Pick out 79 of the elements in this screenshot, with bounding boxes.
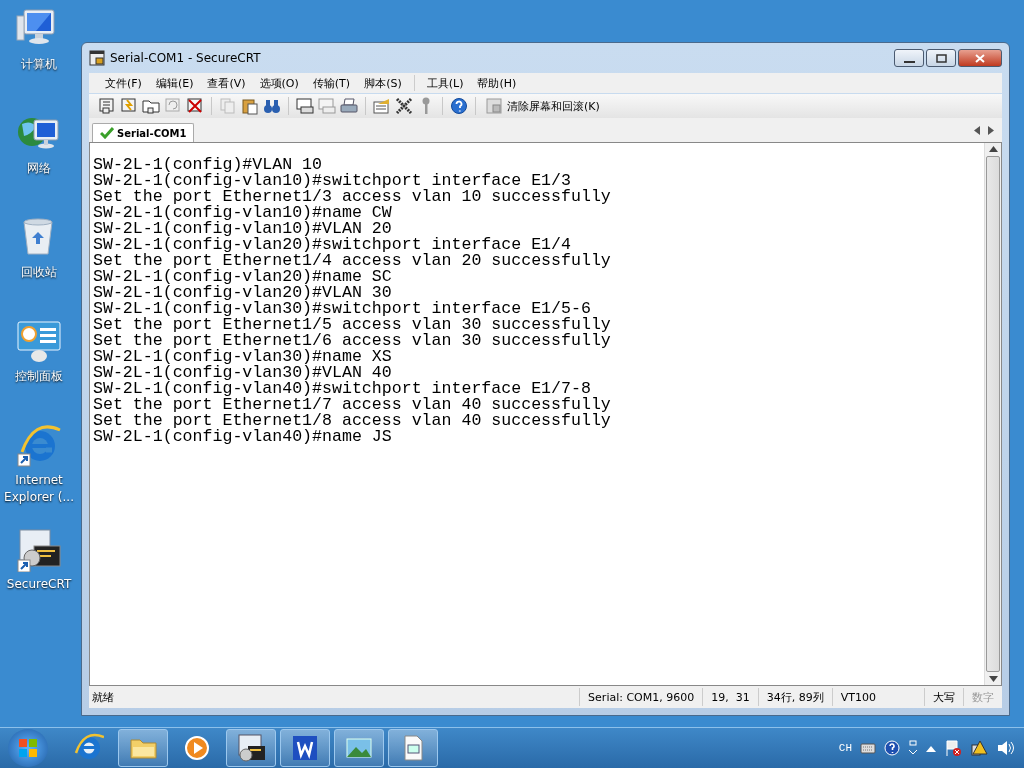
desktop-icon-label[interactable]: 网络: [1, 160, 77, 177]
browser-e-icon[interactable]: [16, 424, 62, 468]
minimize-button[interactable]: [894, 49, 924, 67]
menu-item[interactable]: 查看(V): [201, 75, 252, 91]
desktop-icon-label[interactable]: 控制面板: [1, 368, 77, 385]
window-title: Serial-COM1 - SecureCRT: [110, 51, 261, 65]
terminal-line: Set the port Ethernet1/3 access vlan 10 successfully: [93, 189, 611, 205]
scrollbar-thumb[interactable]: [986, 156, 1000, 672]
terminal-line: SW-2L-1(config-vlan20)#name SC: [93, 269, 392, 285]
clear-screen-icon: [485, 97, 503, 115]
scroll-down-icon[interactable]: [988, 676, 998, 682]
terminal-app-icon[interactable]: [16, 528, 62, 572]
show-hidden-icons-icon[interactable]: [926, 744, 936, 752]
maximize-button[interactable]: [926, 49, 956, 67]
print-screen-icon[interactable]: [295, 96, 315, 116]
network-warning-icon[interactable]: [970, 739, 988, 757]
menu-item[interactable]: 选项(O): [253, 75, 305, 91]
status-field: 大写: [924, 688, 963, 706]
status-message: 就绪: [91, 689, 115, 705]
status-field: 数字: [963, 688, 1002, 706]
menu-item[interactable]: 脚本(S): [358, 75, 408, 91]
restore-arrow-icon[interactable]: [908, 740, 918, 756]
start-button[interactable]: [8, 729, 48, 767]
menu-item[interactable]: 编辑(E): [149, 75, 200, 91]
menu-item[interactable]: 传输(T): [306, 75, 357, 91]
help-icon[interactable]: [884, 740, 900, 756]
app-icon: [89, 50, 105, 66]
menu-item[interactable]: 文件(F): [99, 75, 148, 91]
terminal-line: SW-2L-1(config-vlan10)#VLAN 20: [93, 221, 392, 237]
menu-item[interactable]: 帮助(H): [471, 75, 523, 91]
minimize-icon: [903, 61, 915, 63]
windows-logo-icon: [18, 738, 38, 758]
flag-icon[interactable]: [944, 739, 962, 757]
printer-icon[interactable]: [339, 96, 359, 116]
control-panel-icon[interactable]: [16, 320, 62, 364]
terminal-line: Set the port Ethernet1/6 access vlan 30 successfully: [93, 333, 611, 349]
status-field: 34行, 89列: [757, 688, 832, 706]
new-session-icon[interactable]: [97, 96, 117, 116]
terminal-line: SW-2L-1(config-vlan10)#name CW: [93, 205, 392, 221]
terminal-line: Set the port Ethernet1/4 access vlan 20 successfully: [93, 253, 611, 269]
close-button[interactable]: [958, 49, 1002, 67]
terminal-line: SW-2L-1(config-vlan30)#name XS: [93, 349, 392, 365]
scroll-up-icon[interactable]: [988, 146, 998, 152]
terminal-line: Set the port Ethernet1/5 access vlan 30 successfully: [93, 317, 611, 333]
help-icon[interactable]: [449, 96, 469, 116]
terminal-line: SW-2L-1(config-vlan40)#switchport interface E1/7-8: [93, 381, 591, 397]
desktop-icon-label[interactable]: SecureCRT: [1, 576, 77, 593]
status-field: 19, 31: [702, 688, 758, 706]
terminal-line: SW-2L-1(config-vlan20)#switchport interface E1/4: [93, 237, 571, 253]
input-language[interactable]: CH: [838, 742, 852, 754]
terminal-line: SW-2L-1(config-vlan20)#VLAN 30: [93, 285, 392, 301]
status-field: Serial: COM1, 9600: [579, 688, 703, 706]
keyboard-icon[interactable]: [860, 742, 876, 754]
status-field: VT100: [831, 688, 884, 706]
scroll-left-icon[interactable]: [974, 125, 980, 135]
w-letter-icon: [290, 733, 320, 763]
terminal-line: SW-2L-1(config-vlan30)#VLAN 40: [93, 365, 392, 381]
speaker-icon[interactable]: [996, 740, 1014, 756]
scroll-right-icon[interactable]: [988, 125, 994, 135]
session-tab[interactable]: Serial-COM1: [92, 123, 195, 142]
terminal-line: Set the port Ethernet1/7 access vlan 40 successfully: [93, 397, 611, 413]
desktop-icon-label[interactable]: Internet Explorer (...: [1, 472, 77, 506]
maximize-icon: [935, 54, 947, 63]
terminal-line: SW-2L-1(config-vlan30)#switchport interface E1/5-6: [93, 301, 591, 317]
tools-icon[interactable]: [394, 96, 414, 116]
menu-item[interactable]: 工具(L): [420, 75, 470, 91]
terminal-line: Set the port Ethernet1/8 access vlan 40 successfully: [93, 413, 611, 429]
terminal-line: SW-2L-1(config)#VLAN 10: [93, 157, 323, 173]
desktop-icon-label[interactable]: 计算机: [1, 56, 77, 73]
clear-screen-button[interactable]: 清除屏幕和回滚(K): [482, 97, 603, 115]
clipboard-icon[interactable]: [240, 96, 260, 116]
play-icon: [182, 733, 212, 763]
terminal-line: SW-2L-1(config-vlan40)#name JS: [93, 429, 392, 445]
terminal-app-icon: [236, 733, 266, 763]
desktop-icon-label[interactable]: 回收站: [1, 264, 77, 281]
taskbar-app-button[interactable]: [280, 729, 330, 767]
taskbar-app-button[interactable]: [226, 729, 276, 767]
terminal-line: SW-2L-1(config-vlan10)#switchport interface E1/3: [93, 173, 571, 189]
close-icon: [974, 54, 986, 63]
